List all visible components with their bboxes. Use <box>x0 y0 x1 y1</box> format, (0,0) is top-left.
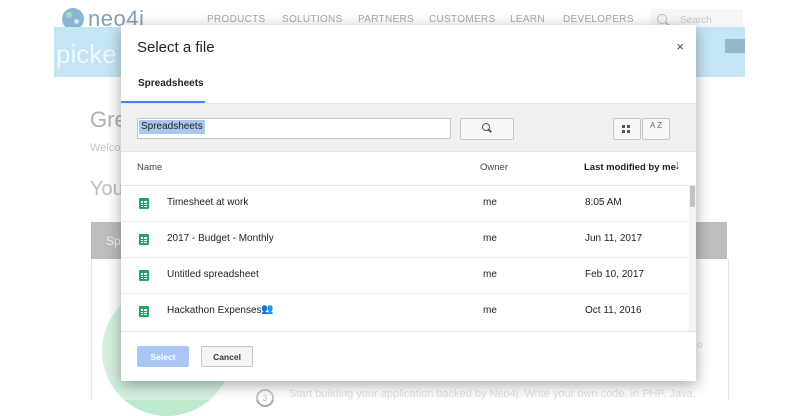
close-icon[interactable]: × <box>676 40 684 53</box>
tab-bar: Spreadsheets <box>121 69 696 103</box>
spreadsheet-icon <box>139 198 149 209</box>
file-picker-dialog: Select a file × Spreadsheets Spreadsheet… <box>121 25 696 381</box>
select-button[interactable]: Select <box>137 346 189 367</box>
cancel-button[interactable]: Cancel <box>201 346 253 367</box>
sort-descending-icon[interactable]: ↓ <box>674 157 681 172</box>
spreadsheet-icon <box>139 234 149 245</box>
column-last-modified[interactable]: Last modified by me <box>584 162 676 173</box>
sort-az-icon: A Z <box>650 121 663 130</box>
spreadsheet-icon <box>139 306 149 317</box>
dialog-footer: Select Cancel <box>121 331 696 381</box>
file-row[interactable]: Hackathon Expenses 👥 me Oct 11, 2016 <box>121 294 689 329</box>
picker-toolbar: Spreadsheets A Z <box>121 103 696 152</box>
file-modified: Jun 11, 2017 <box>585 233 643 244</box>
file-name: Hackathon Expenses <box>167 305 262 316</box>
tab-label: Spreadsheets <box>138 78 204 89</box>
grid-icon <box>622 125 632 133</box>
search-input-selected-text: Spreadsheets <box>139 120 205 134</box>
file-name: Untitled spreadsheet <box>167 269 259 280</box>
sort-options-button[interactable]: A Z <box>642 118 670 140</box>
file-row[interactable]: Untitled spreadsheet me Feb 10, 2017 <box>121 258 689 294</box>
file-owner: me <box>483 305 497 316</box>
file-owner: me <box>483 233 497 244</box>
column-owner[interactable]: Owner <box>480 162 508 173</box>
file-owner: me <box>483 269 497 280</box>
tab-spreadsheets[interactable]: Spreadsheets <box>121 69 205 103</box>
file-row[interactable]: Timesheet at work me 8:05 AM <box>121 186 689 222</box>
file-modified: 8:05 AM <box>585 197 622 208</box>
file-list-scrollbar[interactable] <box>689 186 696 331</box>
search-button[interactable] <box>460 118 514 140</box>
file-modified: Feb 10, 2017 <box>585 269 644 280</box>
grid-view-button[interactable] <box>613 118 641 140</box>
file-modified: Oct 11, 2016 <box>585 305 642 316</box>
file-row[interactable]: 2017 - Budget - Monthly me Jun 11, 2017 <box>121 222 689 258</box>
search-icon <box>482 123 490 131</box>
file-name: Timesheet at work <box>167 197 249 208</box>
file-name: 2017 - Budget - Monthly <box>167 233 274 244</box>
file-list-header: Name Owner Last modified by me ↓ <box>121 151 696 186</box>
shared-people-icon: 👥 <box>261 304 274 315</box>
scrollbar-thumb[interactable] <box>690 186 695 207</box>
column-name[interactable]: Name <box>137 162 162 173</box>
dialog-title: Select a file <box>137 39 215 56</box>
file-list: Timesheet at work me 8:05 AM 2017 - Budg… <box>121 186 689 329</box>
spreadsheet-icon <box>139 270 149 281</box>
file-owner: me <box>483 197 497 208</box>
